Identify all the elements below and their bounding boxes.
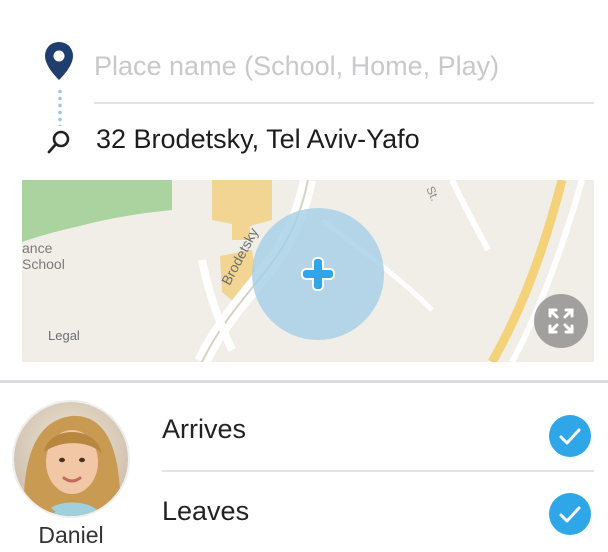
map-view[interactable]: ance School Brodetsky St. Legal [22,180,594,362]
expand-icon [534,294,588,348]
divider [162,470,594,472]
route-dots [58,88,62,126]
divider [94,102,594,104]
map-pin-icon [42,40,76,86]
checkmark-icon [549,415,591,457]
address-text[interactable]: 32 Brodetsky, Tel Aviv-Yafo [96,124,420,155]
arrives-label: Arrives [162,414,247,444]
leaves-label: Leaves [162,496,250,526]
plus-icon[interactable] [298,254,338,294]
leaves-toggle[interactable] [548,492,592,536]
checkmark-icon [549,493,591,535]
search-icon [46,128,74,156]
poi-label: ance School [22,240,65,272]
avatar[interactable] [14,402,128,516]
person-name: Daniel [38,522,104,548]
legal-link[interactable]: Legal [48,328,80,343]
arrives-toggle[interactable] [548,414,592,458]
divider [0,380,608,383]
place-name-input[interactable] [94,44,584,88]
expand-map-button[interactable] [534,294,588,348]
